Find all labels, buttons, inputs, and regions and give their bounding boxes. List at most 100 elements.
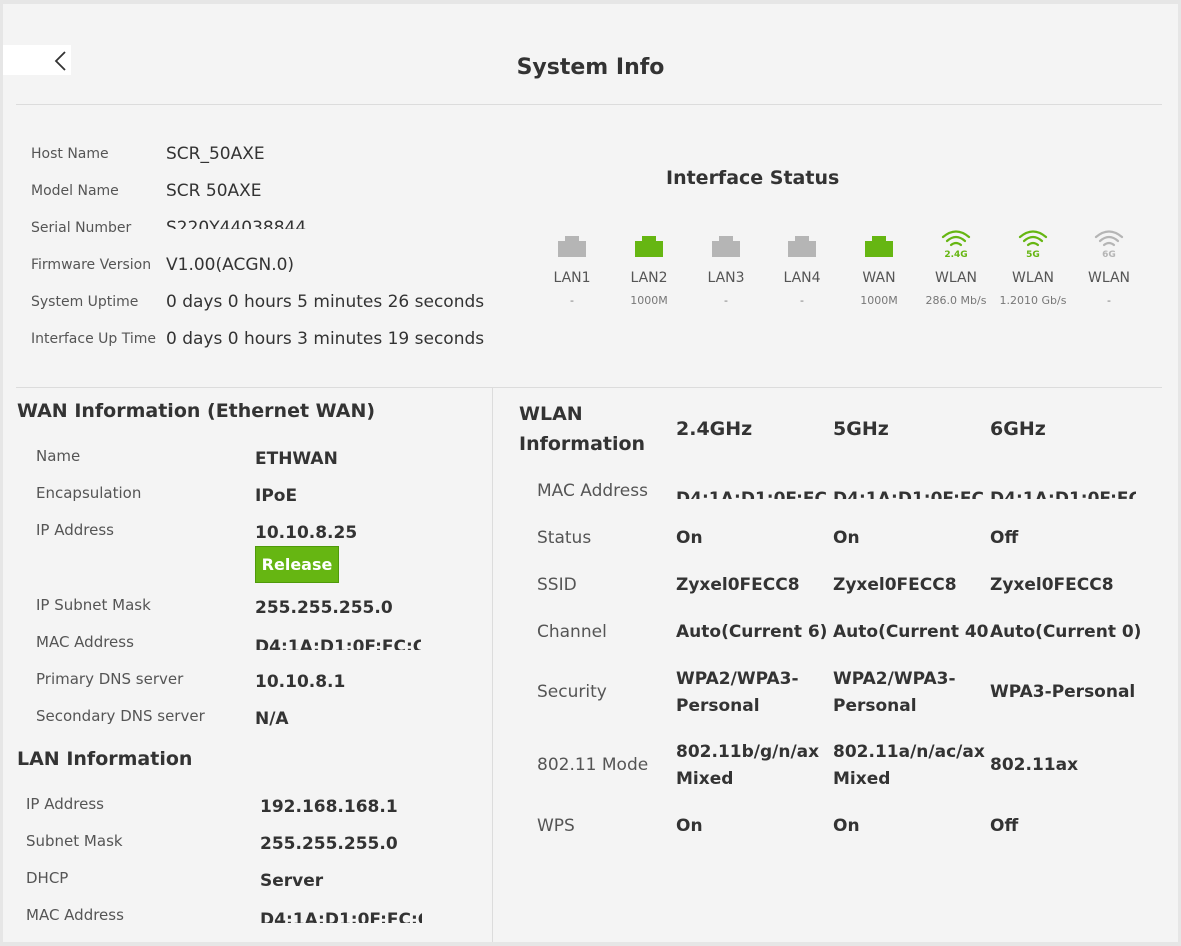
- interface-wlan-2g: 2.4G WLAN 286.0 Mb/s: [916, 228, 996, 308]
- lan-dhcp-value: Server: [260, 871, 324, 891]
- wan-encapsulation-value: IPoE: [255, 486, 298, 506]
- wlan-wps-label: WPS: [537, 816, 575, 836]
- interface-name: WAN: [862, 270, 896, 286]
- wlan-mac-value: D4:1A:D1:0F:FC:CA: [833, 489, 985, 499]
- wifi-icon: 2.4G: [941, 230, 971, 258]
- wan-name-value: ETHWAN: [255, 449, 338, 469]
- interface-status-title: Interface Status: [666, 167, 840, 189]
- row-value: S220Y44038844: [166, 218, 307, 229]
- divider: [16, 104, 1162, 105]
- lan-section-title: LAN Information: [17, 748, 193, 770]
- wifi-icon: 6G: [1094, 230, 1124, 258]
- wan-subnet-mask-value: 255.255.255.0: [255, 598, 393, 618]
- wlan-band-header: 2.4GHz: [676, 418, 753, 440]
- wlan-security-value: WPA3-Personal: [990, 682, 1136, 702]
- ethernet-port-icon: [865, 236, 893, 257]
- wlan-status-value: On: [676, 528, 703, 548]
- interface-wlan-6g: 6G WLAN -: [1069, 228, 1149, 308]
- wan-primary-dns-label: Primary DNS server: [36, 670, 184, 688]
- interface-wan: WAN 1000M: [839, 228, 919, 308]
- band-label: 6G: [1102, 250, 1116, 258]
- wifi-icon: 5G: [1018, 230, 1048, 258]
- row-value: V1.00(ACGN.0): [166, 255, 295, 275]
- lan-dhcp-label: DHCP: [26, 869, 69, 887]
- lan-subnet-mask-label: Subnet Mask: [26, 832, 123, 850]
- wlan-channel-value: Auto(Current 0): [990, 622, 1142, 642]
- wlan-channel-label: Channel: [537, 622, 607, 642]
- system-info-panel: System Info Host Name SCR_50AXE Model Na…: [3, 4, 1178, 942]
- wlan-wps-value: On: [676, 816, 703, 836]
- wan-ip-value: 10.10.8.25: [255, 523, 358, 543]
- wlan-mode-value: 802.11ax: [990, 755, 1079, 775]
- wlan-security-label: Security: [537, 682, 607, 702]
- wlan-security-value: WPA2/WPA3-Personal: [833, 669, 956, 716]
- row-value: 0 days 0 hours 5 minutes 26 seconds: [166, 292, 485, 312]
- interface-speed: -: [570, 294, 574, 307]
- wan-encapsulation-label: Encapsulation: [36, 484, 142, 502]
- interface-lan1: LAN1 -: [532, 228, 612, 308]
- wlan-ssid-value: Zyxel0FECC8: [990, 575, 1114, 595]
- interface-lan2: LAN2 1000M: [609, 228, 689, 308]
- wan-section-title: WAN Information (Ethernet WAN): [17, 400, 376, 422]
- wlan-ssid-value: Zyxel0FECC8: [676, 575, 800, 595]
- row-label: System Uptime: [31, 294, 139, 310]
- band-label: 5G: [1026, 250, 1040, 258]
- interface-name: WLAN: [934, 270, 977, 286]
- wan-name-label: Name: [36, 447, 81, 465]
- row-label: Model Name: [31, 183, 119, 199]
- release-button[interactable]: Release: [255, 546, 339, 583]
- interface-name: WLAN: [1087, 270, 1130, 286]
- interface-lan4: LAN4 -: [762, 228, 842, 308]
- ethernet-port-icon: [712, 236, 740, 257]
- wlan-channel-value: Auto(Current 40): [833, 622, 990, 642]
- wlan-channel-value: Auto(Current 6): [676, 622, 828, 642]
- ethernet-port-icon: [788, 236, 816, 257]
- wlan-wps-value: Off: [990, 816, 1019, 836]
- interface-speed: 286.0 Mb/s: [925, 294, 987, 307]
- page-title: System Info: [516, 55, 665, 80]
- wlan-band-header: 6GHz: [990, 418, 1046, 440]
- row-value: SCR 50AXE: [166, 181, 262, 201]
- interface-speed: 1000M: [860, 294, 898, 307]
- interface-speed: 1000M: [630, 294, 668, 307]
- interface-name: LAN1: [553, 270, 591, 286]
- lan-ip-value: 192.168.168.1: [260, 797, 398, 817]
- wan-mac-label: MAC Address: [36, 633, 134, 651]
- interface-lan3: LAN3 -: [686, 228, 766, 308]
- row-label: Interface Up Time: [31, 331, 156, 347]
- wan-ip-label: IP Address: [36, 521, 114, 539]
- interface-speed: -: [1107, 294, 1111, 307]
- wlan-status-value: On: [833, 528, 860, 548]
- row-label: Host Name: [31, 146, 109, 162]
- wlan-wps-value: On: [833, 816, 860, 836]
- band-label: 2.4G: [944, 250, 967, 258]
- interface-name: WLAN: [1011, 270, 1054, 286]
- wlan-status-label: Status: [537, 528, 592, 548]
- interface-name: LAN3: [707, 270, 745, 286]
- row-value: 0 days 0 hours 3 minutes 19 seconds: [166, 329, 485, 349]
- wlan-mac-value: D4:1A:D1:0F:FC:C9: [676, 489, 828, 499]
- lan-ip-label: IP Address: [26, 795, 104, 813]
- interface-wlan-5g: 5G WLAN 1.2010 Gb/s: [993, 228, 1073, 308]
- wlan-mac-label: MAC Address: [537, 481, 648, 501]
- interface-speed: 1.2010 Gb/s: [999, 294, 1067, 307]
- divider: [492, 388, 493, 942]
- interface-name: LAN2: [630, 270, 668, 286]
- interface-speed: -: [724, 294, 728, 307]
- wan-subnet-mask-label: IP Subnet Mask: [36, 596, 151, 614]
- interface-speed: -: [800, 294, 804, 307]
- wlan-ssid-label: SSID: [537, 575, 577, 595]
- wlan-section-title: WLAN Information: [519, 399, 645, 459]
- row-label: Serial Number: [31, 220, 132, 236]
- divider: [16, 387, 1162, 388]
- wan-secondary-dns-value: N/A: [255, 709, 289, 729]
- wan-primary-dns-value: 10.10.8.1: [255, 672, 346, 692]
- lan-mac-value: D4:1A:D1:0F:FC:C8: [260, 910, 422, 923]
- wlan-mode-value: 802.11b/g/n/ax Mixed: [676, 742, 820, 789]
- wlan-band-header: 5GHz: [833, 418, 889, 440]
- wlan-mode-value: 802.11a/n/ac/ax Mixed: [833, 742, 985, 789]
- wan-secondary-dns-label: Secondary DNS server: [36, 707, 205, 725]
- ethernet-port-icon: [558, 236, 586, 257]
- wlan-security-value: WPA2/WPA3-Personal: [676, 669, 799, 716]
- row-label: Firmware Version: [31, 257, 152, 273]
